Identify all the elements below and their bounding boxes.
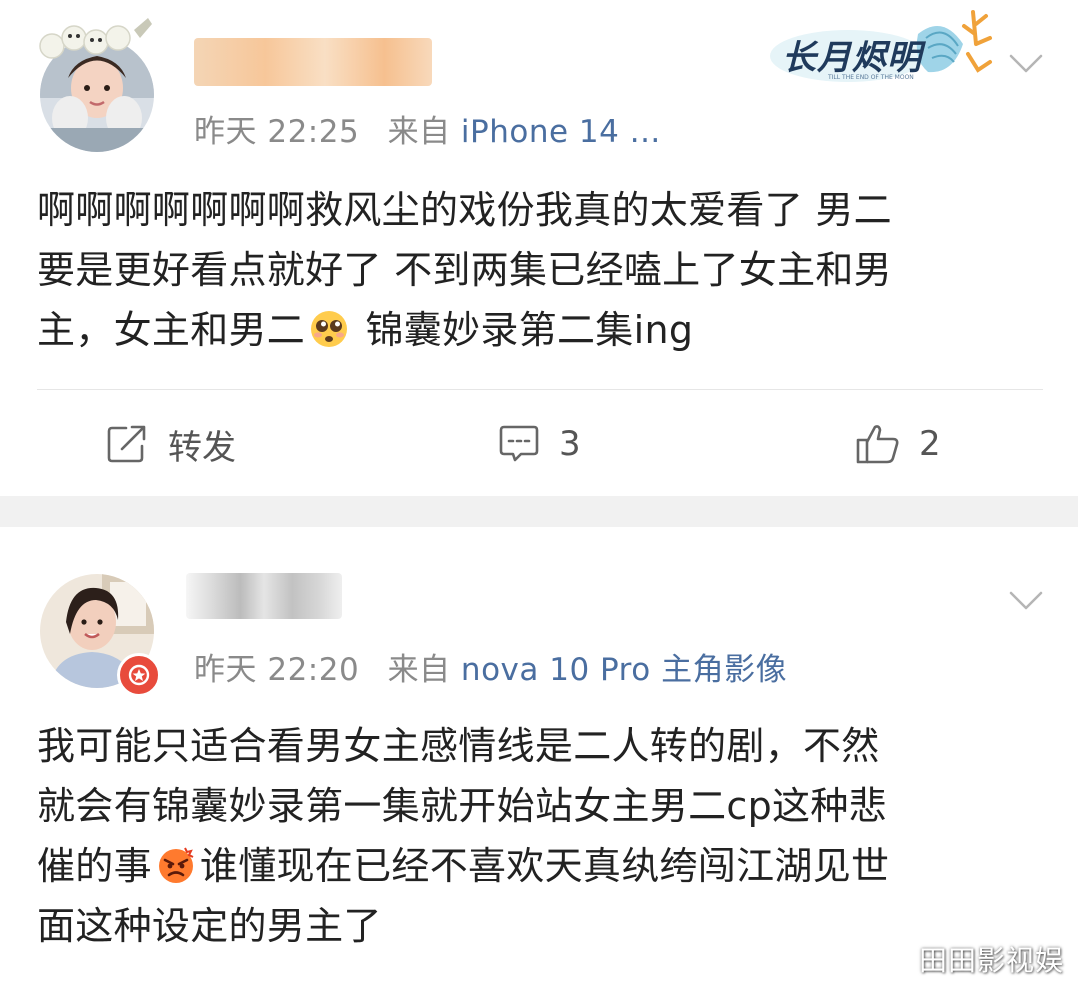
post-time: 昨天 22:20 (194, 652, 360, 688)
like-button[interactable]: 2 (855, 418, 941, 470)
avatar-frame-decoration (39, 18, 152, 59)
post-separator (0, 496, 1078, 527)
chevron-down-icon[interactable] (1008, 589, 1044, 613)
content-line: 主，女主和男二 锦囊妙录第二集ing (37, 308, 694, 352)
comment-button[interactable]: 3 (497, 418, 581, 470)
content-line: 面这种设定的男主了 (37, 904, 382, 948)
comment-icon (499, 425, 539, 462)
content-line: 我可能只适合看男女主感情线是二人转的剧，不然 (37, 724, 880, 768)
angry-face-emoji (158, 847, 194, 883)
post-time: 昨天 22:25 (194, 114, 360, 150)
like-count: 2 (919, 424, 941, 464)
username-blurred[interactable] (186, 573, 342, 619)
post-meta: 昨天 22:20 来自 nova 10 Pro 主角影像 (194, 644, 787, 689)
content-line: 催的事 谁懂现在已经不喜欢天真纨绔闯江湖见世 (37, 844, 890, 888)
content-line: 要是更好看点就好了 不到两集已经嗑上了女主和男 (37, 248, 892, 292)
comment-count: 3 (559, 424, 581, 464)
source-prefix: 来自 (387, 114, 451, 150)
watermark: 田田影视娱 (918, 944, 1064, 977)
weibo-comment-feed: 昨天 22:25 来自 iPhone 14 ... 长月烬明 TILL THE … (0, 0, 1078, 993)
divider (37, 389, 1043, 390)
vip-badge-icon (117, 653, 161, 697)
badge-subtitle: TILL THE END OF THE MOON (828, 74, 914, 81)
badge-title: 长月烬明 (782, 38, 922, 78)
content-line: 啊啊啊啊啊啊啊救风尘的戏份我真的太爱看了 男二 (37, 188, 892, 232)
post-card-1: 昨天 22:25 来自 iPhone 14 ... 长月烬明 TILL THE … (0, 0, 1078, 496)
content-line: 就会有锦囊妙录第一集就开始站女主男二cp这种悲 (37, 784, 887, 828)
post-content: 我可能只适合看男女主感情线是二人转的剧，不然 就会有锦囊妙录第一集就开始站女主男… (37, 716, 1047, 956)
source-device-link[interactable]: iPhone 14 ... (461, 114, 661, 150)
like-icon (856, 425, 899, 464)
chevron-down-icon[interactable] (1008, 52, 1044, 76)
pleading-face-emoji (311, 311, 348, 347)
post-content: 啊啊啊啊啊啊啊救风尘的戏份我真的太爱看了 男二 要是更好看点就好了 不到两集已经… (37, 180, 1047, 360)
source-device-link[interactable]: nova 10 Pro 主角影像 (461, 652, 787, 688)
repost-icon (107, 425, 146, 463)
repost-label: 转发 (168, 427, 236, 468)
username-blurred[interactable] (194, 38, 432, 86)
repost-button[interactable]: 转发 (106, 418, 236, 470)
fan-badge-logo: 长月烬明 TILL THE END OF THE MOON (768, 4, 998, 96)
post-card-2: 昨天 22:20 来自 nova 10 Pro 主角影像 我可能只适合看男女主感… (0, 527, 1078, 993)
post-meta: 昨天 22:25 来自 iPhone 14 ... (194, 106, 661, 151)
source-prefix: 来自 (387, 652, 451, 688)
